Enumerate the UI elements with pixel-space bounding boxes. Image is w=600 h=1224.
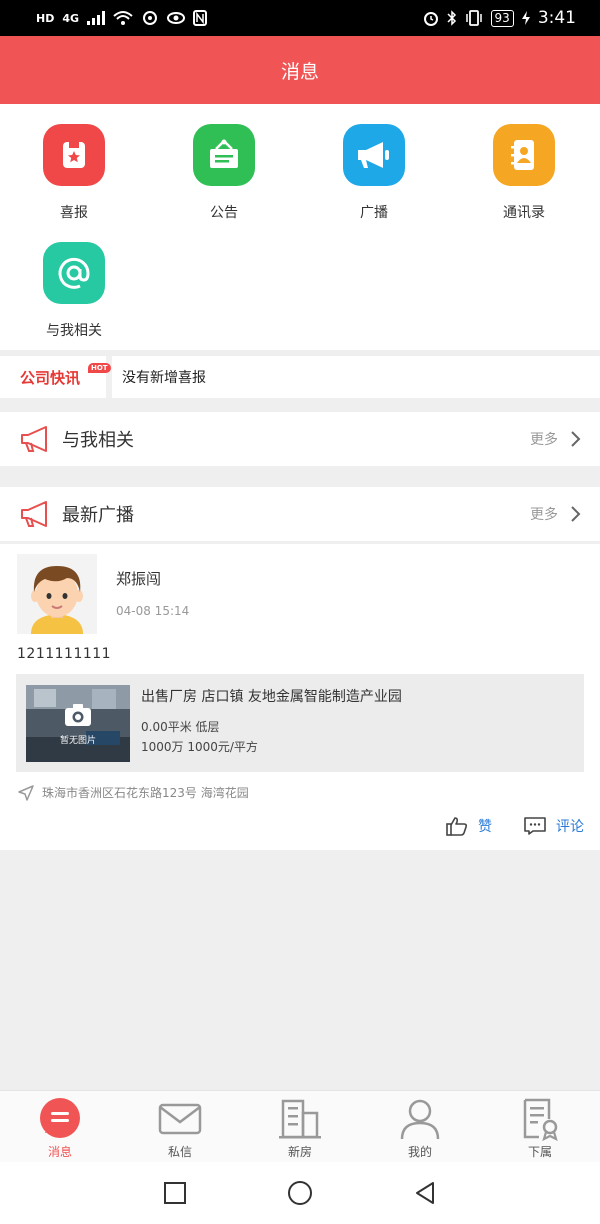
back-icon[interactable] xyxy=(413,1181,437,1205)
hot-badge: HOT xyxy=(88,363,111,373)
envelope-icon xyxy=(158,1103,202,1135)
page-title: 消息 xyxy=(280,60,319,83)
location-arrow-icon xyxy=(18,784,34,801)
post-actions: 赞 评论 xyxy=(446,816,584,836)
battery-level: 93 xyxy=(490,9,514,27)
property-listing[interactable]: 暂无图片 出售厂房 店口镇 友地金属智能制造产业园 0.00平米 低层 1000… xyxy=(16,674,584,772)
grid-label-related: 与我相关 xyxy=(46,323,102,339)
megaphone-outline-icon xyxy=(21,501,47,527)
vibrate-icon xyxy=(465,10,482,26)
listing-thumbnail: 暂无图片 xyxy=(26,685,130,762)
comment-button[interactable]: 评论 xyxy=(524,816,584,836)
section-title-related: 与我相关 xyxy=(62,430,134,451)
recent-apps-icon[interactable] xyxy=(163,1181,187,1205)
comment-label: 评论 xyxy=(556,819,584,835)
certificate-icon xyxy=(43,124,105,186)
message-icon xyxy=(40,1098,80,1138)
tab-label-subordinates: 下属 xyxy=(527,1145,552,1159)
nfc-icon xyxy=(193,10,208,26)
tab-mine[interactable]: 我的 xyxy=(360,1091,480,1162)
thumbs-up-icon xyxy=(446,817,468,836)
at-icon xyxy=(43,242,105,304)
post-text: 1211111111 xyxy=(17,646,112,662)
section-title-broadcast: 最新广播 xyxy=(62,505,134,526)
bottom-tab-bar: 消息 私信 新房 我的 下属 xyxy=(0,1090,600,1162)
signal-icon xyxy=(87,11,106,25)
tab-subordinates[interactable]: 下属 xyxy=(480,1091,600,1162)
building-icon xyxy=(279,1099,321,1139)
notice-board-icon xyxy=(193,124,255,186)
tab-label-new-homes: 新房 xyxy=(287,1145,312,1159)
person-icon xyxy=(400,1099,440,1140)
clock: 3:41 xyxy=(537,8,576,28)
listing-price: 1000万 1000元/平方 xyxy=(141,740,258,754)
grid-item-broadcast[interactable]: 广播 xyxy=(314,124,434,222)
ticker-text: 没有新增喜报 xyxy=(122,370,206,386)
wifi-icon xyxy=(113,11,133,25)
tab-new-homes[interactable]: 新房 xyxy=(240,1091,360,1162)
post-time: 04-08 15:14 xyxy=(116,604,190,618)
status-bar: HD 4G 93 3:41 xyxy=(0,0,600,36)
camera-icon xyxy=(65,704,91,726)
listing-area: 0.00平米 低层 xyxy=(141,720,220,734)
post-author: 郑振闯 xyxy=(116,570,162,588)
chevron-right-icon[interactable] xyxy=(570,430,582,448)
more-link-broadcast[interactable]: 更多 xyxy=(530,504,558,524)
ticker-tag-label: 公司快讯 xyxy=(20,368,81,387)
grid-label-broadcast: 广播 xyxy=(360,205,388,221)
function-grid: 喜报 公告 广播 通讯录 与我相关 xyxy=(0,104,600,350)
like-label: 赞 xyxy=(478,819,492,835)
no-image-label: 暂无图片 xyxy=(59,736,96,746)
avatar[interactable] xyxy=(17,554,97,634)
tab-label-messages: 消息 xyxy=(47,1145,72,1159)
megaphone-outline-icon xyxy=(21,426,47,452)
like-button[interactable]: 赞 xyxy=(446,816,492,836)
ticker-tag: 公司快讯 HOT xyxy=(0,356,112,398)
grid-label-good-news: 喜报 xyxy=(60,205,88,221)
news-ticker[interactable]: 公司快讯 HOT 没有新增喜报 xyxy=(0,356,600,398)
eye-icon xyxy=(167,12,186,24)
comment-icon xyxy=(524,817,546,835)
hotspot-icon xyxy=(143,11,158,25)
listing-title: 出售厂房 店口镇 友地金属智能制造产业园 xyxy=(141,689,402,705)
tab-messages[interactable]: 消息 xyxy=(0,1091,120,1162)
grid-item-good-news[interactable]: 喜报 xyxy=(14,124,134,222)
charging-icon xyxy=(521,11,530,25)
app-header: 消息 xyxy=(0,36,600,104)
hd-indicator: HD xyxy=(36,11,55,25)
grid-label-contacts: 通讯录 xyxy=(503,205,545,221)
grid-item-related[interactable]: 与我相关 xyxy=(14,242,134,340)
network-type: 4G xyxy=(62,11,80,25)
tab-label-private: 私信 xyxy=(167,1145,192,1159)
location-text: 珠海市香洲区石花东路123号 海湾花园 xyxy=(42,786,249,800)
alarm-icon xyxy=(423,12,438,26)
grid-item-notice[interactable]: 公告 xyxy=(164,124,284,222)
section-related[interactable]: 与我相关 更多 xyxy=(0,412,600,466)
status-right: 93 3:41 xyxy=(423,8,576,28)
chevron-right-icon[interactable] xyxy=(570,505,582,523)
grid-label-notice: 公告 xyxy=(210,205,238,221)
more-link-related[interactable]: 更多 xyxy=(530,429,558,449)
location: 珠海市香洲区石花东路123号 海湾花园 xyxy=(18,784,249,801)
megaphone-icon xyxy=(343,124,405,186)
broadcast-card: 郑振闯 04-08 15:14 1211111111 暂无图片 出售厂房 店口镇… xyxy=(0,544,600,850)
bluetooth-icon xyxy=(447,10,456,26)
system-nav-bar xyxy=(0,1162,600,1224)
home-icon[interactable] xyxy=(287,1180,313,1206)
grid-item-contacts[interactable]: 通讯录 xyxy=(464,124,584,222)
contacts-book-icon xyxy=(493,124,555,186)
tab-private-messages[interactable]: 私信 xyxy=(120,1091,240,1162)
tab-label-mine: 我的 xyxy=(407,1145,432,1159)
document-badge-icon xyxy=(523,1098,558,1141)
section-broadcast[interactable]: 最新广播 更多 xyxy=(0,487,600,541)
status-left: HD 4G xyxy=(36,10,208,26)
